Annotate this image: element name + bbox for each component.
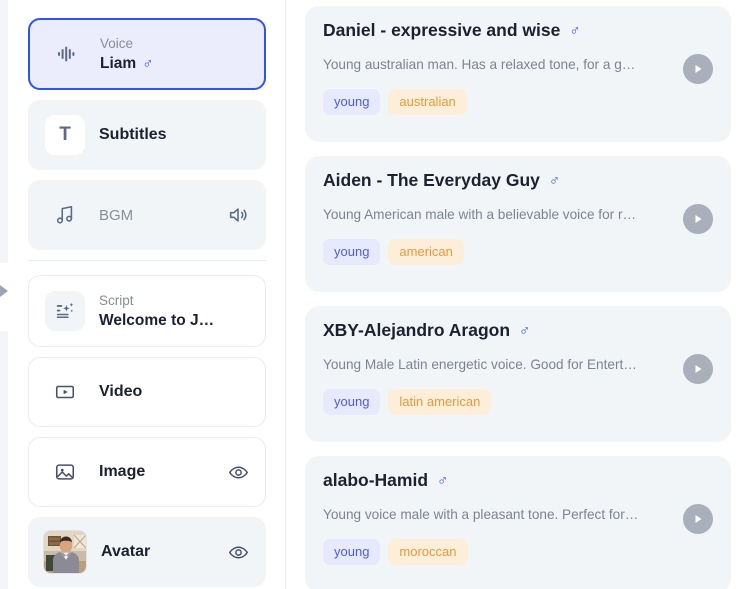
sidebar-divider [28, 260, 266, 261]
voice-card-name-text: XBY-Alejandro Aragon [323, 320, 511, 340]
voice-card[interactable]: Daniel - expressive and wise ♂ Young aus… [305, 6, 731, 142]
sidebar-item-image[interactable]: Image [28, 437, 266, 507]
music-note-icon [45, 195, 85, 235]
voice-list-panel[interactable]: Daniel - expressive and wise ♂ Young aus… [287, 0, 753, 589]
tag-accent[interactable]: moroccan [388, 539, 468, 565]
sidebar: Voice Liam ♂ T Subtitles BGM Script Welc… [8, 0, 286, 589]
voice-card-title: Aiden - The Everyday Guy ♂ [323, 170, 713, 191]
sidebar-item-video[interactable]: Video [28, 357, 266, 427]
eye-icon[interactable] [228, 542, 249, 563]
male-gender-icon: ♂ [569, 22, 581, 39]
magic-text-icon [45, 291, 85, 331]
sidebar-item-voice-sublabel: Voice [100, 35, 134, 51]
play-icon[interactable] [683, 504, 713, 534]
sidebar-item-subtitles-label: Subtitles [99, 126, 167, 143]
voice-card-name-text: Aiden - The Everyday Guy [323, 170, 540, 190]
voice-card-title: alabo-Hamid ♂ [323, 470, 713, 491]
voice-card-title: XBY-Alejandro Aragon ♂ [323, 320, 713, 341]
voice-card-tags: young american [323, 239, 713, 265]
video-frame-icon [45, 372, 85, 412]
sidebar-item-bgm[interactable]: BGM [28, 180, 266, 250]
voice-card-description: Young voice male with a pleasant tone. P… [323, 507, 639, 522]
play-icon[interactable] [683, 54, 713, 84]
tag-accent[interactable]: australian [388, 89, 467, 115]
male-gender-icon: ♂ [519, 322, 531, 339]
text-t-icon: T [45, 115, 85, 155]
tag-age[interactable]: young [323, 539, 381, 565]
voice-card-description: Young australian man. Has a relaxed tone… [323, 57, 636, 72]
male-gender-icon: ♂ [437, 472, 449, 489]
sidebar-item-bgm-label: BGM [99, 206, 134, 224]
voice-card[interactable]: XBY-Alejandro Aragon ♂ Young Male Latin … [305, 306, 731, 442]
voice-card-description: Young American male with a believable vo… [323, 207, 637, 222]
sidebar-item-script-title: Welcome to J… [99, 311, 215, 329]
voice-name-text: Liam [100, 54, 137, 72]
sidebar-item-script[interactable]: Script Welcome to J… [28, 275, 266, 347]
sidebar-item-video-label: Video [99, 383, 143, 400]
voice-card-tags: young moroccan [323, 539, 713, 565]
sidebar-item-image-label: Image [99, 463, 146, 480]
voice-card[interactable]: alabo-Hamid ♂ Young voice male with a pl… [305, 456, 731, 589]
tag-accent[interactable]: latin american [388, 389, 492, 415]
voice-card-name-text: Daniel - expressive and wise [323, 20, 561, 40]
tag-age[interactable]: young [323, 239, 381, 265]
voice-editor-screen: Voice Liam ♂ T Subtitles BGM Script Welc… [0, 0, 753, 589]
tag-age[interactable]: young [323, 389, 381, 415]
speaker-icon[interactable] [227, 204, 249, 226]
image-icon [45, 452, 85, 492]
sidebar-item-subtitles[interactable]: T Subtitles [28, 100, 266, 170]
play-icon[interactable] [683, 354, 713, 384]
sidebar-item-voice-title: Liam ♂ [100, 53, 248, 74]
voice-card-tags: young latin american [323, 389, 713, 415]
waveform-icon [46, 34, 86, 74]
sidebar-item-avatar[interactable]: Avatar [28, 517, 266, 587]
avatar [43, 530, 87, 574]
voice-card-tags: young australian [323, 89, 713, 115]
sidebar-item-script-sublabel: Script [99, 292, 134, 308]
voice-card[interactable]: Aiden - The Everyday Guy ♂ Young America… [305, 156, 731, 292]
male-gender-icon: ♂ [548, 172, 561, 189]
tag-accent[interactable]: american [388, 239, 464, 265]
sidebar-item-voice[interactable]: Voice Liam ♂ [28, 18, 266, 90]
voice-card-description: Young Male Latin energetic voice. Good f… [323, 357, 637, 372]
voice-card-name-text: alabo-Hamid [323, 470, 429, 490]
tag-age[interactable]: young [323, 89, 381, 115]
sidebar-item-avatar-label: Avatar [101, 543, 151, 560]
voice-card-title: Daniel - expressive and wise ♂ [323, 20, 713, 41]
eye-icon[interactable] [228, 462, 249, 483]
male-gender-icon: ♂ [142, 54, 154, 72]
play-icon[interactable] [683, 204, 713, 234]
